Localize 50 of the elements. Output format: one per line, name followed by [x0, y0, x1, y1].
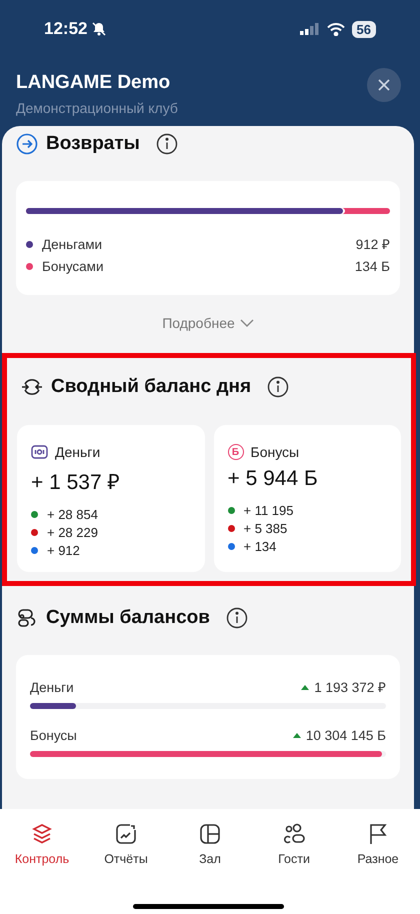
flag-icon [368, 823, 388, 845]
balance-label: Бонусы [30, 728, 77, 742]
nav-tab[interactable]: Зал [168, 823, 252, 866]
legend-value: 134 Б [354, 258, 390, 274]
info-icon[interactable] [156, 133, 178, 155]
more-button[interactable]: Подробнее [162, 315, 254, 331]
people-icon [282, 823, 306, 845]
legend-value: 912 ₽ [356, 236, 390, 253]
info-icon[interactable] [226, 607, 248, 629]
nav-tab[interactable]: Гости [252, 823, 336, 866]
line-value: + 134 [244, 538, 276, 554]
nav-tab[interactable]: Контроль [0, 823, 84, 866]
nav-tab[interactable]: Разное [336, 823, 420, 866]
legend-label: Деньгами [42, 236, 102, 252]
legend-label: Бонусами [42, 258, 104, 274]
card-label: Деньги [55, 444, 100, 460]
card-total: + 1 537 ₽ [31, 470, 120, 495]
line-value: + 28 229 [47, 524, 98, 540]
club-subtitle: Демонстрационный клуб [16, 100, 178, 116]
chevron-down-icon [240, 319, 254, 327]
line-value: + 11 195 [244, 502, 294, 518]
balance-value: 1 193 372 ₽ [314, 679, 386, 696]
balance-value: 10 304 145 Б [306, 728, 386, 742]
section-title: Возвраты [46, 133, 140, 155]
info-icon[interactable] [267, 376, 290, 398]
line-value: + 28 854 [47, 506, 98, 522]
exchange-icon [21, 376, 43, 398]
card-label: Бонусы [250, 444, 300, 460]
section-title: Сводный баланс дня [51, 376, 252, 398]
signal-icon [300, 23, 320, 35]
battery-indicator: 56 [352, 20, 376, 38]
arrow-right-icon [16, 133, 38, 155]
banknote-icon [31, 445, 48, 459]
line-value: + 5 385 [244, 520, 288, 536]
close-icon [378, 79, 390, 91]
balance-label: Деньги [30, 680, 74, 694]
nav-tab[interactable]: Отчёты [84, 823, 168, 866]
bonus-badge: Б [228, 444, 244, 460]
section-title: Суммы балансов [46, 607, 210, 629]
chart-document-icon [115, 823, 137, 845]
wifi-icon [326, 22, 345, 36]
club-title: LANGAME Demo [16, 72, 172, 94]
floor-plan-icon [199, 823, 221, 845]
close-button[interactable] [367, 68, 401, 102]
layers-icon [31, 823, 53, 845]
card-total: + 5 944 Б [228, 467, 319, 491]
muted-bell-icon [91, 21, 108, 37]
line-value: + 912 [47, 542, 80, 558]
coins-icon [16, 607, 38, 629]
clock-time: 12:52 [44, 19, 88, 39]
